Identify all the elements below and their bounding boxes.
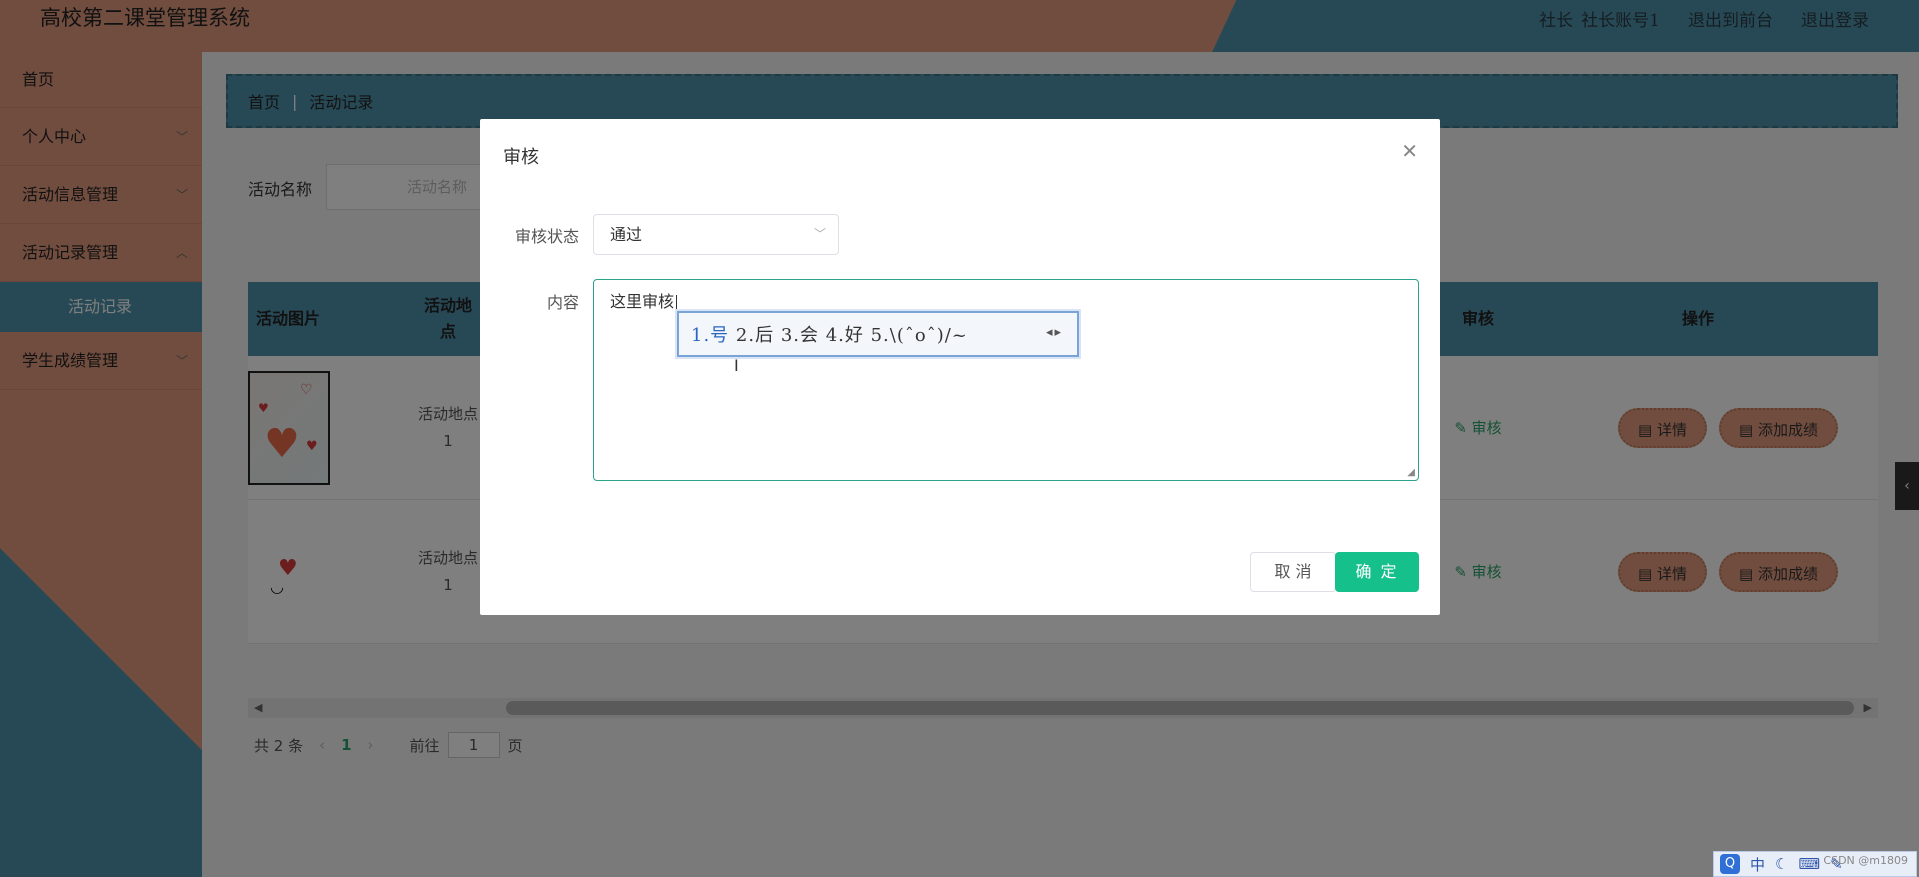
ime-lang-indicator[interactable]: 中	[1750, 854, 1765, 875]
content-textarea[interactable]: 这里审核 ◢	[593, 279, 1419, 481]
dialog-title: 审核	[503, 147, 539, 168]
ime-page-arrows-icon[interactable]: ◂▸	[1046, 325, 1063, 340]
ime-other-candidates[interactable]: 2.后 3.会 4.好 5.\(ˆoˆ)/~	[736, 321, 968, 347]
cancel-button[interactable]: 取 消	[1250, 552, 1336, 592]
ime-logo-icon: Q	[1720, 854, 1740, 874]
content-label: 内容	[547, 293, 580, 312]
ime-toolbar[interactable]: Q 中 ☾ ⌨ ✎ CSDN @m1809	[1713, 851, 1917, 877]
resize-grip-icon[interactable]: ◢	[1407, 467, 1415, 478]
confirm-button[interactable]: 确 定	[1335, 552, 1419, 592]
audit-dialog: 审核 ✕ 审核状态 通过 ﹀ 内容 这里审核 ◢ 取 消 确 定	[480, 119, 1440, 615]
ime-first-candidate[interactable]: 1.号	[691, 321, 729, 347]
text-caret	[676, 294, 678, 311]
close-icon[interactable]: ✕	[1401, 139, 1418, 163]
status-select[interactable]: 通过 ﹀	[593, 214, 839, 255]
ime-candidate-bar[interactable]: 1.号 2.后 3.会 4.好 5.\(ˆoˆ)/~ ◂▸	[677, 311, 1079, 357]
moon-icon[interactable]: ☾	[1775, 855, 1788, 873]
watermark: CSDN @m1809	[1823, 854, 1908, 867]
status-label: 审核状态	[515, 227, 580, 246]
keyboard-icon[interactable]: ⌨	[1798, 855, 1820, 873]
mouse-ibeam-icon: I	[734, 356, 739, 375]
chevron-down-icon: ﹀	[813, 227, 826, 241]
